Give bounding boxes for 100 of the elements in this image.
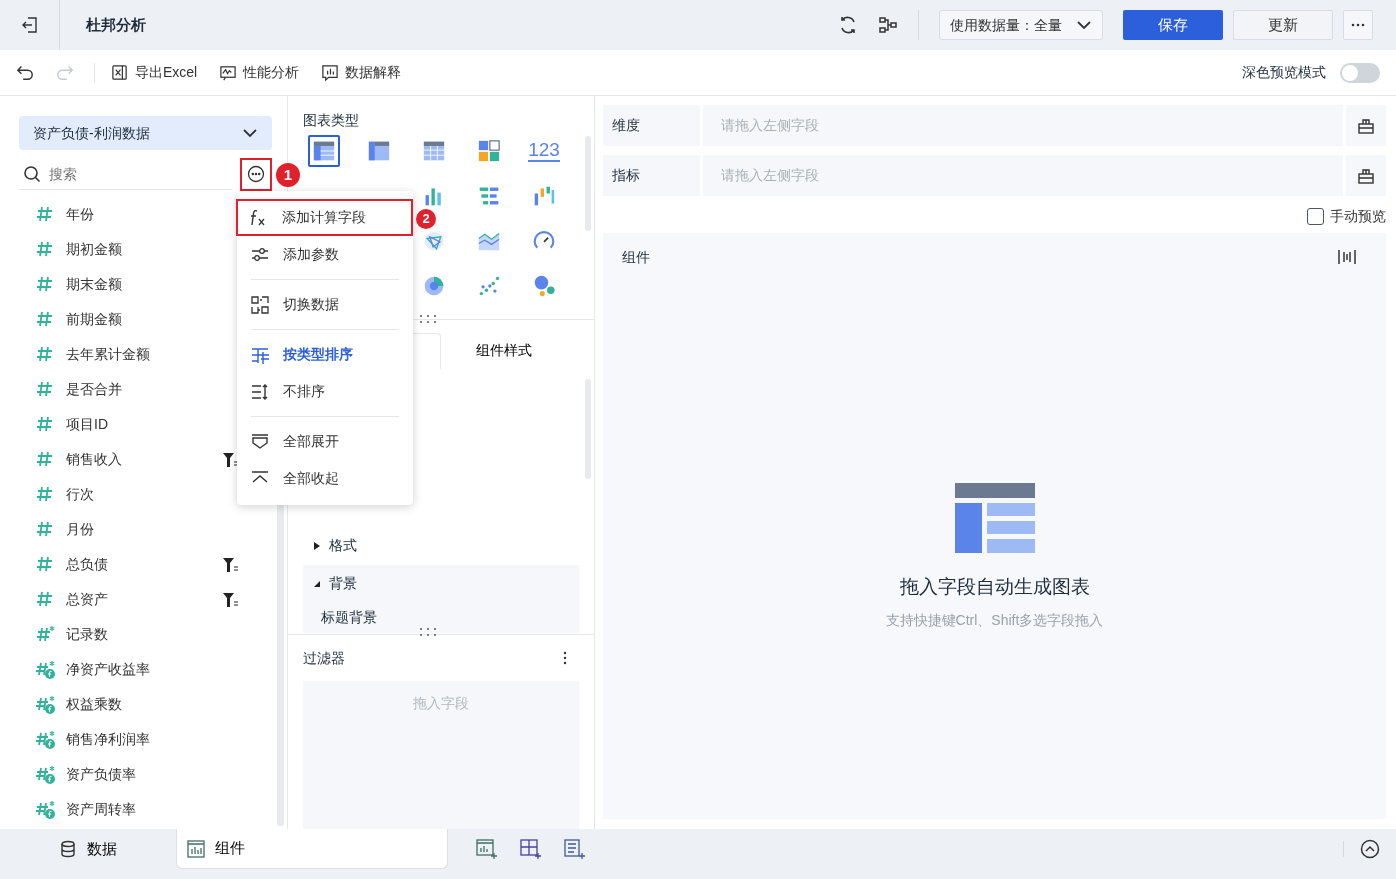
chevron-down-icon <box>1076 20 1092 30</box>
performance-analysis-button[interactable]: 性能分析 <box>219 62 300 83</box>
param-icon <box>251 245 269 264</box>
settings-button[interactable] <box>1346 105 1386 146</box>
export-excel-button[interactable]: 导出Excel <box>111 62 198 83</box>
hash-icon <box>36 625 56 644</box>
menu-item[interactable]: 全部展开 <box>237 423 413 460</box>
checkbox[interactable] <box>1307 207 1324 225</box>
refresh-icon[interactable] <box>838 15 858 35</box>
empty-state-title: 拖入字段自动生成图表 <box>899 575 1090 599</box>
dataset-name: 资产负债-利润数据 <box>33 123 150 143</box>
no-sort-icon <box>251 382 269 401</box>
area-chart-icon <box>478 230 500 252</box>
collapse-up-icon[interactable] <box>1360 839 1380 859</box>
menu-item[interactable]: 全部收起 <box>237 460 413 497</box>
database-icon <box>59 840 77 858</box>
row-label: 指标 <box>603 155 700 196</box>
field-item[interactable]: 销售净利润率 <box>66 729 287 750</box>
menu-item[interactable]: 添加参数 <box>237 236 413 273</box>
dataset-dropdown[interactable]: 资产负债-利润数据 <box>19 116 272 150</box>
waterfall-chart-icon <box>533 185 555 207</box>
field-item[interactable]: 月份 <box>66 519 287 540</box>
menu-item[interactable]: 不排序 <box>237 373 413 410</box>
calc-field-icon <box>36 765 56 784</box>
filter-icon[interactable] <box>223 556 239 573</box>
kebab-menu-icon[interactable] <box>563 651 567 665</box>
filter-icon[interactable] <box>223 591 239 608</box>
callout-number: 1 <box>276 163 300 187</box>
toolbox-icon <box>1357 116 1375 135</box>
chart-icon <box>187 839 205 858</box>
spreadsheet-icon <box>111 63 129 82</box>
sort-type-icon <box>251 345 269 364</box>
add-report-icon[interactable] <box>564 839 586 859</box>
calc-field-icon <box>36 730 56 749</box>
data-scope-dropdown[interactable]: 使用数据量：全量 <box>939 10 1103 40</box>
field-item[interactable]: 净资产收益率 <box>66 659 287 680</box>
filter-icon[interactable] <box>223 451 239 468</box>
table-chart-icon <box>313 140 335 162</box>
empty-state-hint: 支持快捷键Ctrl、Shift多选字段拖入 <box>885 610 1104 630</box>
hbar-chart-icon <box>478 185 500 207</box>
menu-item[interactable]: 切换数据 <box>237 286 413 323</box>
property-label: 标题背景 <box>321 608 377 628</box>
checkbox-label: 手动预览 <box>1330 206 1386 226</box>
drop-hint: 拖入字段 <box>413 694 469 713</box>
add-chart-icon[interactable] <box>476 839 498 859</box>
pie-chart-icon <box>423 275 445 297</box>
dark-preview-toggle[interactable] <box>1340 62 1380 83</box>
calc-field-icon <box>36 660 56 679</box>
expand-icon <box>251 432 269 451</box>
more-button[interactable] <box>240 157 272 191</box>
data-scope-label: 使用数据量：全量 <box>950 15 1062 35</box>
detail-chart-icon <box>423 140 445 162</box>
page-title: 杜邦分析 <box>86 14 146 35</box>
more-icon <box>1351 23 1365 27</box>
update-button[interactable]: 更新 <box>1233 10 1333 40</box>
collapse-arrow-icon[interactable] <box>313 579 321 588</box>
section-header[interactable]: 格式 <box>329 535 357 557</box>
tab[interactable]: 组件样式 <box>441 332 567 369</box>
section-header[interactable]: 背景 <box>329 573 357 595</box>
field-item[interactable]: 记录数 <box>66 624 287 645</box>
expand-arrow-icon[interactable] <box>313 540 321 551</box>
chart-type-option[interactable] <box>308 135 340 167</box>
canvas-title: 组件 <box>622 247 650 267</box>
field-item[interactable]: 总资产 <box>66 589 223 610</box>
chart-type-option[interactable]: 123 <box>528 139 560 163</box>
field-item[interactable]: 销售收入 <box>66 449 223 470</box>
chat-chart-icon <box>321 63 340 82</box>
field-item[interactable]: 权益乘数 <box>66 694 287 715</box>
calc-field-icon <box>36 695 56 714</box>
bars-icon[interactable] <box>1338 249 1356 265</box>
row-label: 维度 <box>603 105 700 146</box>
bubble-chart-icon <box>533 275 555 297</box>
dark-preview-label: 深色预览模式 <box>1242 63 1326 82</box>
settings-button[interactable] <box>1346 155 1386 196</box>
toolbox-icon <box>1357 166 1375 185</box>
add-layout-icon[interactable] <box>520 839 542 859</box>
drag-handle-icon[interactable] <box>419 627 437 637</box>
radar-chart-icon <box>423 230 445 252</box>
more-icon <box>247 165 265 183</box>
calc-field-icon <box>36 800 56 819</box>
exit-icon[interactable] <box>20 16 39 34</box>
section-title: 过滤器 <box>303 648 345 668</box>
monitor-chart-icon <box>219 63 238 82</box>
cross-chart-icon <box>368 140 390 162</box>
section-title: 图表类型 <box>303 111 360 130</box>
tab[interactable]: 数据 <box>0 829 176 869</box>
tab[interactable]: 组件 <box>176 829 448 869</box>
drag-handle-icon[interactable] <box>419 314 437 324</box>
save-button[interactable]: 保存 <box>1123 10 1223 40</box>
blocks-chart-icon <box>478 140 500 162</box>
menu-item[interactable]: 按类型排序 <box>237 336 413 373</box>
field-item[interactable]: 总负债 <box>66 554 223 575</box>
chevron-down-icon <box>242 128 258 138</box>
scatter-chart-icon <box>478 275 500 297</box>
field-item[interactable]: 资产负债率 <box>66 764 287 785</box>
switch-icon <box>251 295 269 314</box>
field-item[interactable]: 资产周转率 <box>66 799 287 820</box>
callout-number: 2 <box>416 209 436 229</box>
flow-icon[interactable] <box>878 15 898 35</box>
data-explain-button[interactable]: 数据解释 <box>321 62 402 83</box>
